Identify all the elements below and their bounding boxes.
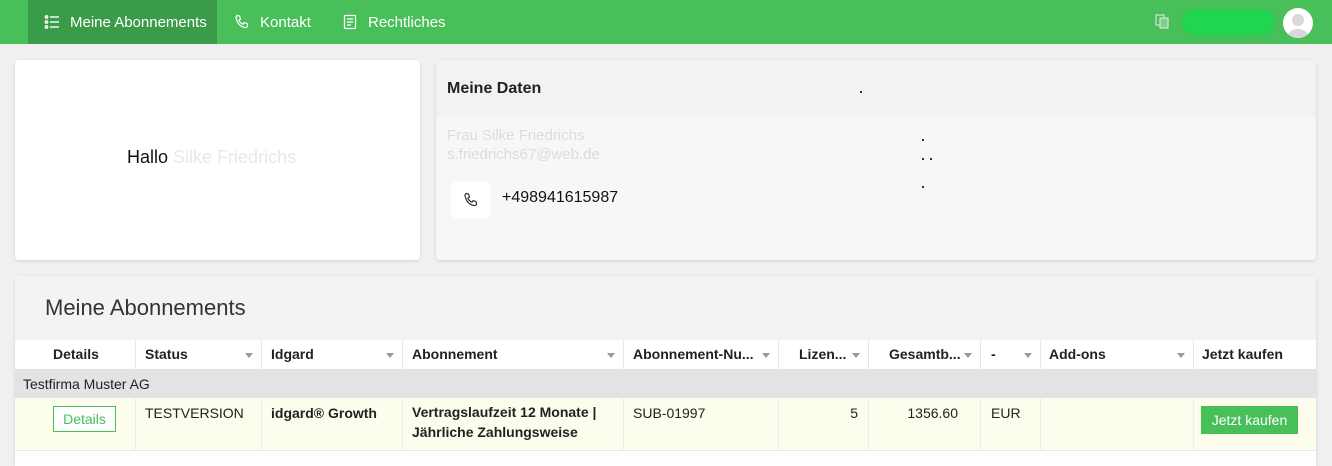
- greeting-text: Hallo Silke Friedrichs: [127, 147, 296, 168]
- cell-add-ons: [1040, 398, 1193, 450]
- my-data-title: Meine Daten: [447, 80, 542, 97]
- column-header-abonnement[interactable]: Abonnement: [402, 340, 623, 369]
- decor-dot: [922, 186, 924, 188]
- nav-label: Meine Abonnements: [70, 13, 207, 31]
- subscriptions-title: Meine Abonnements: [45, 295, 246, 320]
- cell-idgard: idgard® Growth: [261, 398, 402, 450]
- phone-icon-box: [451, 181, 491, 219]
- cell-gesamtbetrag: 1356.60: [868, 398, 980, 450]
- cell-abonnement-nummer: SUB-01997: [623, 398, 778, 450]
- cell-abonnement: Vertragslaufzeit 12 Monate | Jährliche Z…: [402, 398, 623, 450]
- column-header-abonnement-nummer[interactable]: Abonnement-Nu...: [623, 340, 778, 369]
- decor-dot: [922, 139, 924, 141]
- column-header-idgard[interactable]: Idgard: [261, 340, 402, 369]
- cell-lizenzen: 5: [778, 398, 868, 450]
- abonnement-line-2: Jährliche Zahlungsweise: [412, 424, 578, 440]
- user-name-redacted[interactable]: [1182, 9, 1274, 35]
- cell-currency: EUR: [980, 398, 1040, 450]
- sort-arrow-icon: [245, 353, 253, 358]
- decor-dot: [860, 91, 862, 93]
- jetzt-kaufen-button[interactable]: Jetzt kaufen: [1201, 406, 1298, 434]
- abonnement-line-1: Vertragslaufzeit 12 Monate |: [412, 404, 597, 420]
- document-icon: [342, 14, 358, 30]
- table-header-row: Details Status Idgard Abonnement Abonnem…: [15, 340, 1316, 370]
- subscriptions-card: Meine Abonnements Details Status Idgard …: [15, 276, 1316, 466]
- sort-arrow-icon: [852, 353, 860, 358]
- greeting-card: Hallo Silke Friedrichs: [15, 60, 420, 260]
- cell-status: TESTVERSION: [135, 398, 261, 450]
- nav-item-rechtliches[interactable]: Rechtliches: [342, 0, 446, 44]
- group-label: Testfirma Muster AG: [23, 376, 150, 392]
- list-icon: [44, 14, 60, 30]
- sort-arrow-icon: [607, 353, 615, 358]
- nav-label: Rechtliches: [368, 13, 446, 31]
- phone-icon: [234, 14, 250, 30]
- avatar[interactable]: [1283, 8, 1313, 38]
- greeting-user-name: Silke Friedrichs: [173, 147, 297, 167]
- column-header-status[interactable]: Status: [135, 340, 261, 369]
- phone-number: +498941615987: [502, 189, 619, 206]
- group-row: Testfirma Muster AG: [15, 370, 1316, 398]
- decor-dot: [930, 158, 932, 160]
- column-header-lizenzen[interactable]: Lizen...: [778, 340, 868, 369]
- sort-arrow-icon: [762, 353, 770, 358]
- column-header-gesamtbetrag[interactable]: Gesamtb...: [868, 340, 980, 369]
- phone-icon: [464, 192, 478, 207]
- my-data-card: Meine Daten Frau Silke Friedrichs s.frie…: [436, 60, 1316, 260]
- column-header-details[interactable]: Details: [43, 340, 135, 369]
- sort-arrow-icon: [1177, 353, 1185, 358]
- column-header-currency[interactable]: -: [980, 340, 1040, 369]
- sort-arrow-icon: [386, 353, 394, 358]
- details-button[interactable]: Details: [53, 406, 116, 432]
- greeting-word: Hallo: [127, 147, 169, 167]
- top-nav-bar: Meine Abonnements Kontakt Rechtliches: [0, 0, 1332, 44]
- table-row: Details TESTVERSION idgard® Growth Vertr…: [15, 398, 1316, 451]
- subscriptions-header: Meine Abonnements: [15, 276, 1316, 340]
- column-header-jetzt-kaufen: Jetzt kaufen: [1193, 340, 1316, 369]
- user-full-name: Frau Silke Friedrichs: [447, 127, 585, 144]
- sort-arrow-icon: [1024, 353, 1032, 358]
- nav-label: Kontakt: [260, 13, 311, 31]
- decor-dot: [922, 158, 924, 160]
- language-icon[interactable]: [1155, 13, 1169, 29]
- sort-arrow-icon: [964, 353, 972, 358]
- user-email: s.friedrichs67@web.de: [447, 146, 600, 163]
- nav-item-kontakt[interactable]: Kontakt: [234, 0, 311, 44]
- my-data-header: Meine Daten: [436, 60, 1316, 117]
- nav-item-meine-abonnements[interactable]: Meine Abonnements: [28, 0, 217, 44]
- column-header-add-ons[interactable]: Add-ons: [1040, 340, 1193, 369]
